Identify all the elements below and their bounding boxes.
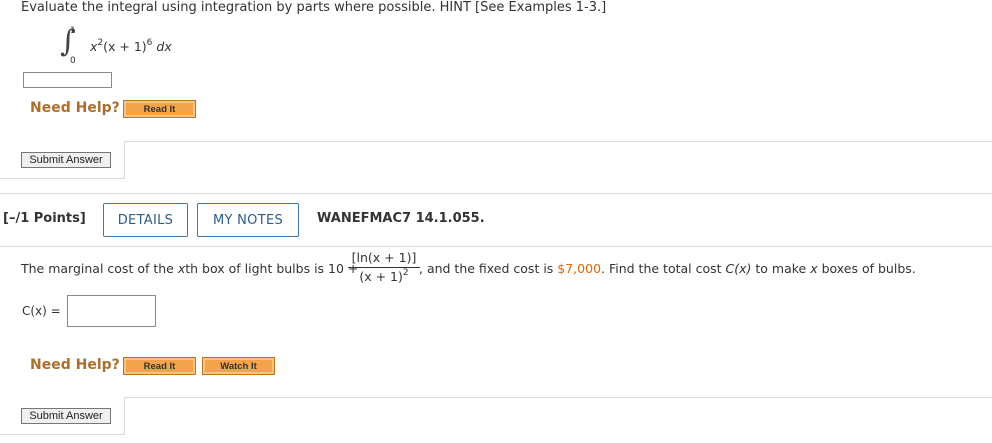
q2-submit-answer-button[interactable]: Submit Answer (21, 408, 111, 424)
fraction-bar (348, 267, 420, 268)
q1-divider-horizontal (124, 141, 992, 142)
q1-need-help-label: Need Help? (30, 100, 120, 116)
question-2-text-start: The marginal cost of the xth box of ligh… (21, 261, 359, 276)
q1-submit-answer-button[interactable]: Submit Answer (21, 152, 111, 168)
integrand-differential: dx (156, 39, 172, 54)
integral-upper-limit: 1 (70, 26, 76, 36)
problem-id: WANEFMAC7 14.1.055. (317, 211, 485, 226)
details-button[interactable]: DETAILS (103, 203, 188, 237)
fixed-cost-value: $7,000 (557, 261, 602, 276)
integral-expression: ∫ 1 0 x2(x + 1)6 dx (60, 24, 200, 66)
marginal-cost-fraction: [ln(x + 1)] (x + 1)2 (346, 250, 422, 288)
q2-read-it-button[interactable]: Read It (123, 357, 196, 375)
integrand-paren: (x + 1) (103, 39, 147, 54)
q2-divider-bottom (0, 434, 125, 435)
integrand: x2(x + 1)6 dx (90, 37, 172, 54)
integrand-paren-exponent: 6 (146, 37, 153, 48)
cost-function-label: C(x) = (22, 304, 61, 318)
integrand-x-exponent: 2 (97, 37, 104, 48)
integral-lower-limit: 0 (70, 56, 76, 66)
q1-read-it-button[interactable]: Read It (123, 100, 196, 118)
section-divider-bottom (0, 246, 992, 247)
question-2-text-end: , and the fixed cost is $7,000. Find the… (419, 261, 916, 276)
q2-divider-vertical (124, 398, 125, 434)
q2-watch-it-button[interactable]: Watch It (202, 357, 275, 375)
fraction-numerator: [ln(x + 1)] (351, 250, 417, 265)
question-1-prompt: Evaluate the integral using integration … (21, 0, 607, 15)
q1-answer-input[interactable] (23, 72, 112, 88)
fraction-denominator: (x + 1)2 (359, 267, 409, 284)
q1-divider-vertical (124, 142, 125, 178)
q2-need-help-label: Need Help? (30, 357, 120, 373)
section-divider-top (0, 193, 992, 194)
my-notes-button[interactable]: MY NOTES (197, 203, 299, 237)
points-label: [–/1 Points] (3, 211, 86, 226)
cost-function-input[interactable] (67, 295, 156, 327)
q2-divider-horizontal (124, 397, 992, 398)
q1-divider-bottom (0, 178, 125, 179)
